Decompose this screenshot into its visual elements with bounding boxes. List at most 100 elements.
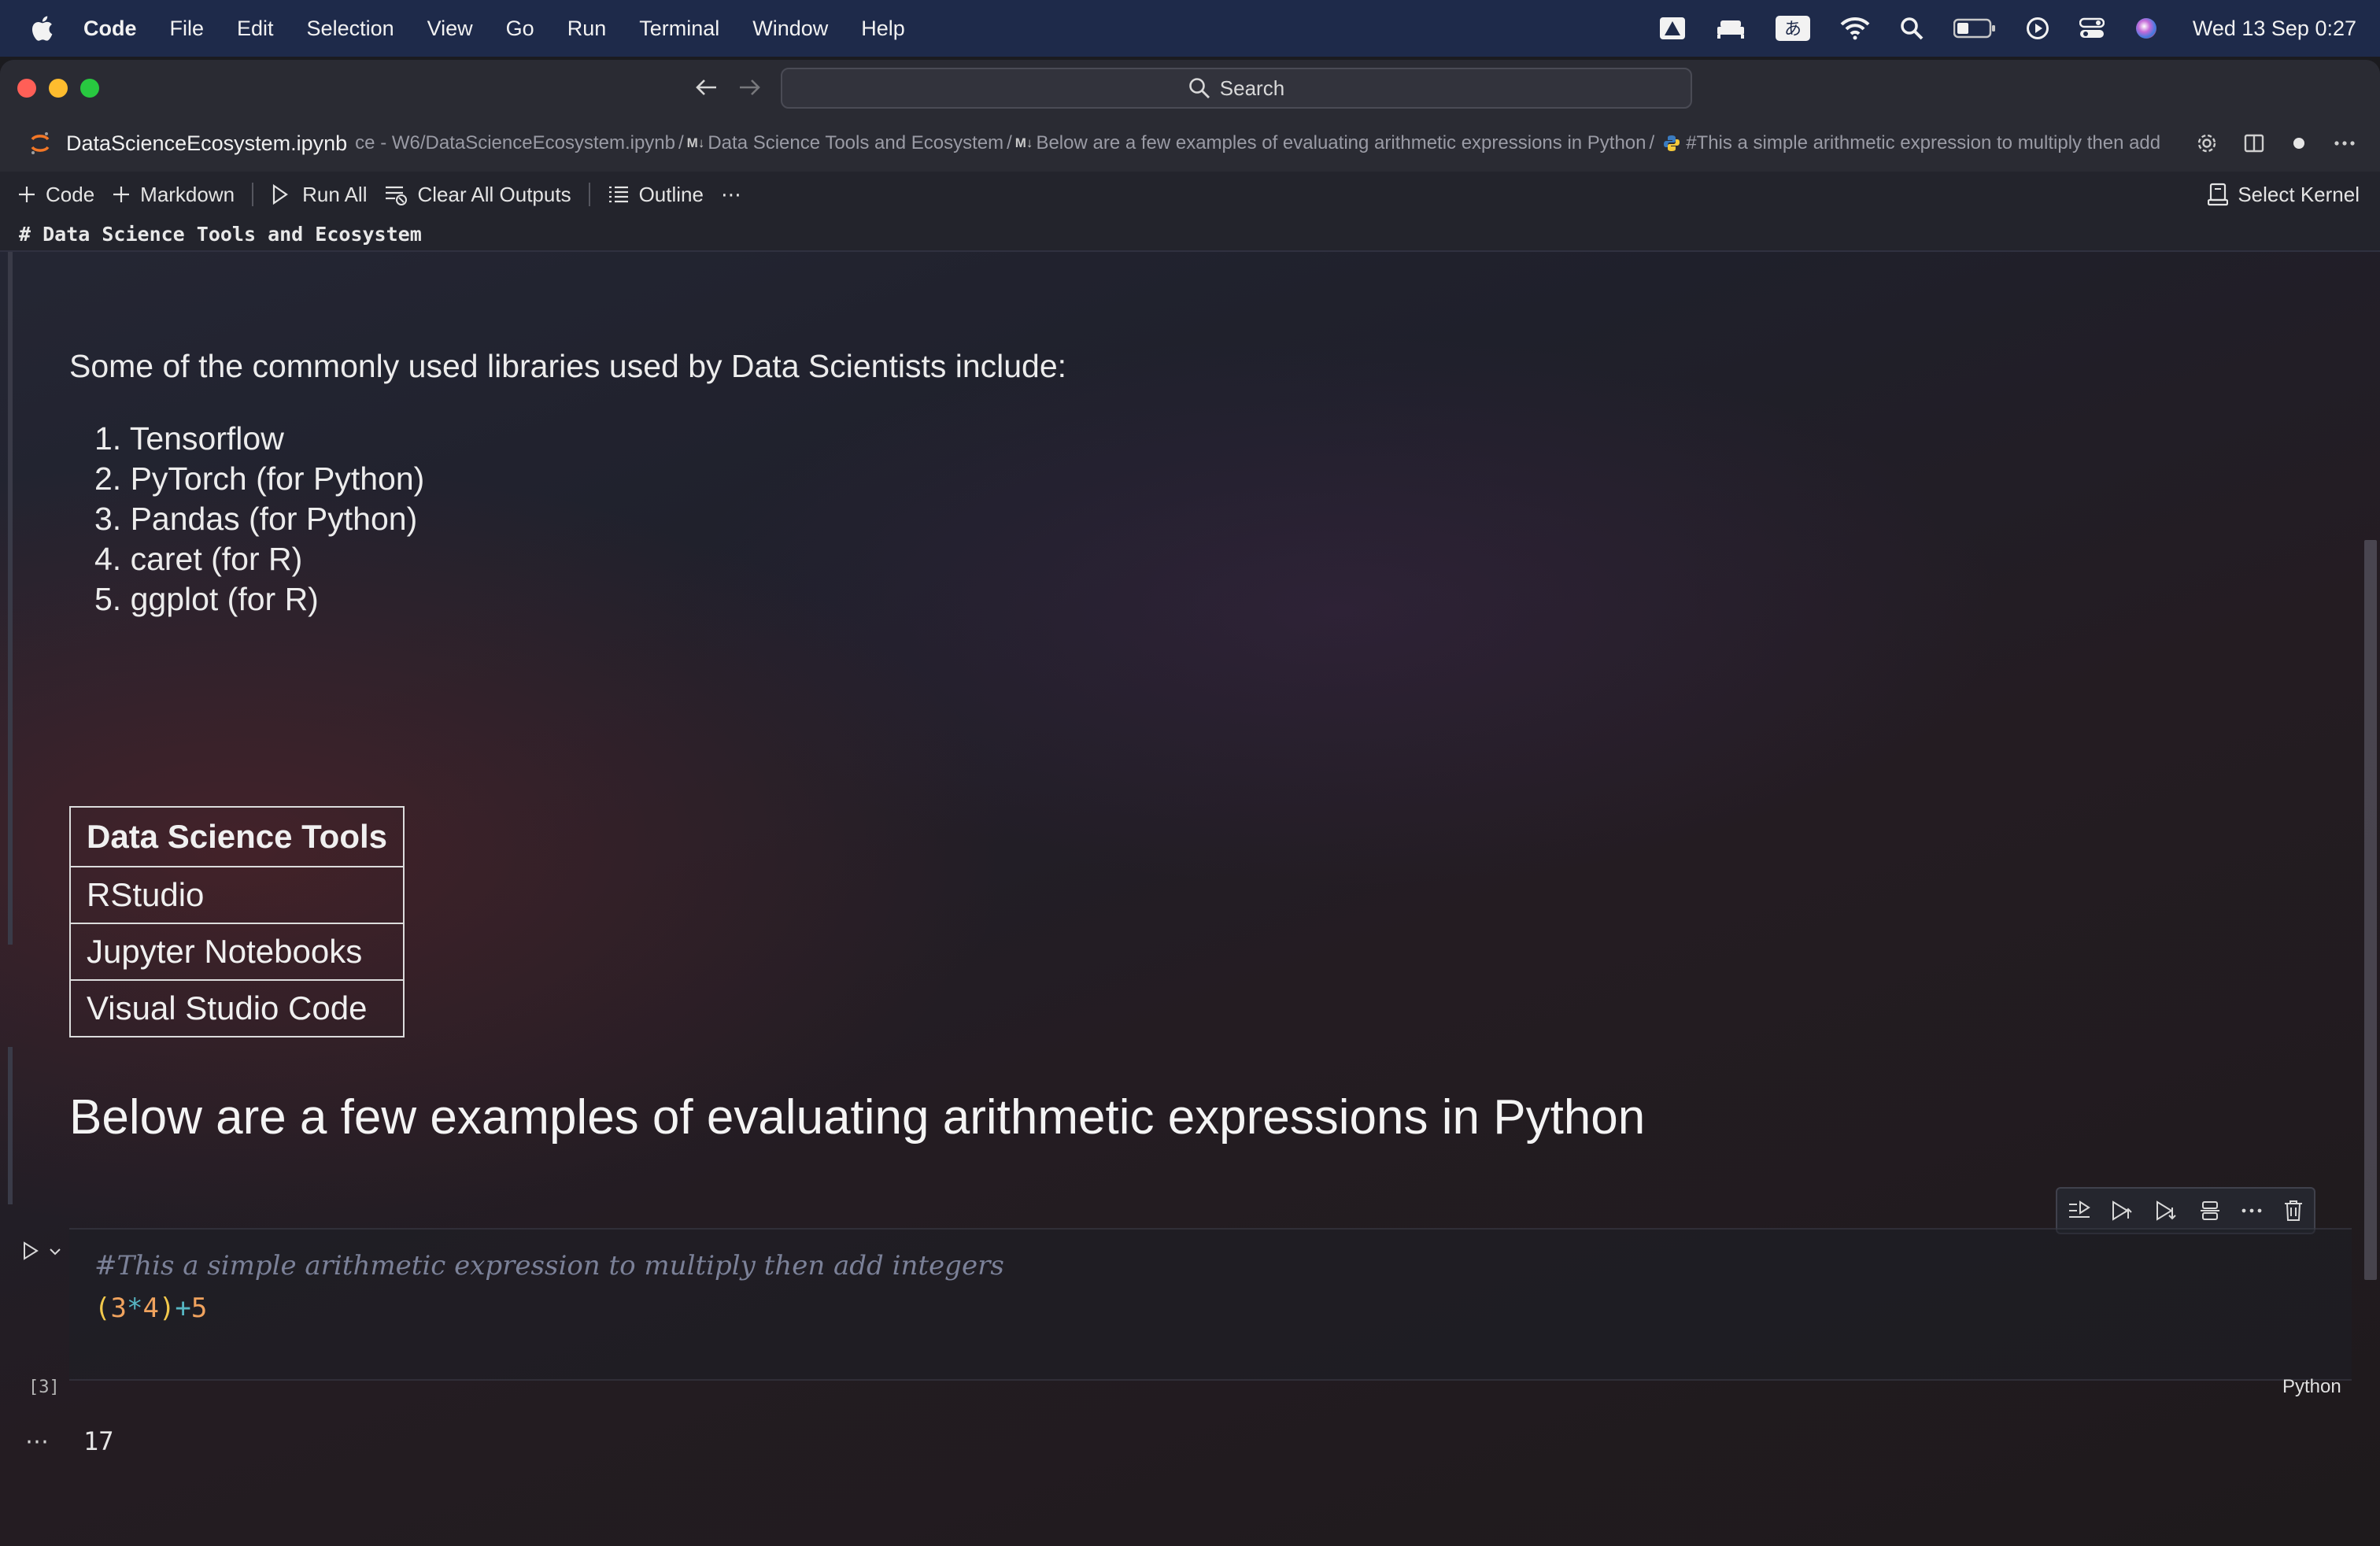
spotlight-search-icon[interactable] bbox=[1900, 17, 1924, 40]
code-cell[interactable]: #This a simple arithmetic expression to … bbox=[0, 1187, 2361, 1409]
unsaved-dot-icon[interactable] bbox=[2290, 135, 2308, 152]
apple-logo-icon[interactable] bbox=[30, 15, 54, 42]
select-kernel-button[interactable]: Select Kernel bbox=[2208, 172, 2360, 217]
run-all-label: Run All bbox=[302, 182, 368, 206]
siri-icon[interactable] bbox=[2134, 17, 2158, 40]
window-maximize-button[interactable] bbox=[80, 79, 99, 98]
outline-button[interactable]: Outline bbox=[608, 183, 704, 207]
bed-icon[interactable] bbox=[1716, 17, 1746, 39]
clear-all-outputs-button[interactable]: Clear All Outputs bbox=[384, 183, 571, 207]
notebook-editor[interactable]: Some of the commonly used libraries used… bbox=[0, 252, 2380, 1546]
menu-run[interactable]: Run bbox=[567, 17, 607, 41]
menu-help[interactable]: Help bbox=[861, 17, 905, 41]
run-below-icon[interactable] bbox=[2155, 1200, 2179, 1222]
execute-above-icon[interactable] bbox=[2068, 1200, 2091, 1222]
add-markdown-cell-button[interactable]: Markdown bbox=[112, 183, 235, 207]
add-markdown-label: Markdown bbox=[140, 182, 235, 206]
code-token: * bbox=[126, 1293, 143, 1324]
search-icon bbox=[1188, 78, 1210, 98]
code-token: 3 bbox=[110, 1293, 127, 1324]
cell-toolbar bbox=[2056, 1187, 2315, 1234]
go-back-icon[interactable] bbox=[693, 73, 721, 102]
run-all-button[interactable]: Run All bbox=[271, 183, 367, 207]
toolbar-divider bbox=[252, 183, 254, 206]
search-placeholder: Search bbox=[1219, 76, 1285, 100]
breadcrumb-separator: / bbox=[678, 132, 684, 153]
battery-icon[interactable] bbox=[1953, 18, 1996, 39]
markdown-icon: M↓ bbox=[1014, 135, 1033, 150]
input-method-label: あ bbox=[1784, 20, 1802, 39]
more-actions-icon[interactable] bbox=[2333, 135, 2356, 152]
sticky-cell-header[interactable]: # Data Science Tools and Ecosystem bbox=[0, 217, 2380, 252]
window-close-button[interactable] bbox=[17, 79, 36, 98]
list-item: 1. Tensorflow bbox=[94, 420, 284, 457]
menu-terminal[interactable]: Terminal bbox=[639, 17, 719, 41]
menubar-clock[interactable]: Wed 13 Sep 0:27 bbox=[2193, 17, 2356, 41]
breadcrumb-markdown-1[interactable]: Data Science Tools and Ecosystem bbox=[708, 132, 1003, 154]
list-item: 2. PyTorch (for Python) bbox=[94, 460, 425, 497]
cell-output: ⋯ 17 bbox=[0, 1420, 315, 1475]
markdown-icon: M↓ bbox=[686, 135, 705, 150]
plus-icon bbox=[113, 187, 130, 202]
table-cell: Visual Studio Code bbox=[68, 979, 405, 1037]
libraries-intro-text: Some of the commonly used libraries used… bbox=[69, 348, 1067, 384]
breadcrumb-path[interactable]: ce - W6/DataScienceEcosystem.ipynb bbox=[355, 132, 675, 154]
data-science-tools-table: Data Science Tools RStudio Jupyter Noteb… bbox=[68, 806, 405, 1037]
control-center-icon[interactable] bbox=[2079, 17, 2105, 39]
sticky-header-text: # Data Science Tools and Ecosystem bbox=[19, 222, 422, 246]
outline-label: Outline bbox=[638, 182, 704, 206]
menu-go[interactable]: Go bbox=[506, 17, 534, 41]
toolbar-more-label: ⋯ bbox=[720, 182, 741, 206]
cell-language-picker[interactable]: Python bbox=[2282, 1376, 2341, 1398]
outline-icon bbox=[608, 186, 628, 203]
breadcrumb: ce - W6/DataScienceEcosystem.ipynb / M↓ … bbox=[355, 132, 2380, 154]
run-cell-icon[interactable] bbox=[20, 1241, 41, 1261]
menu-edit[interactable]: Edit bbox=[237, 17, 274, 41]
chevron-down-icon[interactable] bbox=[47, 1244, 63, 1259]
code-token: + bbox=[175, 1293, 191, 1324]
table-cell: Jupyter Notebooks bbox=[68, 923, 405, 981]
wifi-icon[interactable] bbox=[1840, 17, 1870, 40]
now-playing-icon[interactable] bbox=[2026, 17, 2049, 40]
editor-tab[interactable]: DataScienceEcosystem.ipynb bbox=[30, 131, 347, 156]
cell-more-icon[interactable] bbox=[2241, 1203, 2263, 1219]
output-actions-button[interactable]: ⋯ bbox=[25, 1428, 49, 1455]
add-code-cell-button[interactable]: Code bbox=[17, 183, 94, 207]
menu-app-code[interactable]: Code bbox=[83, 17, 137, 41]
toolbar-divider bbox=[588, 183, 590, 206]
editor-tab-bar: DataScienceEcosystem.ipynb ce - W6/DataS… bbox=[0, 115, 2380, 172]
menu-file[interactable]: File bbox=[170, 17, 205, 41]
drive-icon[interactable] bbox=[1659, 17, 1686, 40]
gear-icon[interactable] bbox=[2196, 132, 2218, 154]
menu-bar: Code File Edit Selection View Go Run Ter… bbox=[0, 0, 2380, 57]
plus-icon bbox=[19, 187, 35, 202]
menu-window[interactable]: Window bbox=[752, 17, 828, 41]
arithmetic-heading: Below are a few examples of evaluating a… bbox=[69, 1090, 1646, 1145]
select-kernel-label: Select Kernel bbox=[2238, 182, 2360, 206]
table-header-row: Data Science Tools bbox=[68, 806, 405, 867]
code-expression: (3*4)+5 bbox=[94, 1293, 207, 1324]
menu-selection[interactable]: Selection bbox=[307, 17, 394, 41]
window-minimize-button[interactable] bbox=[49, 79, 68, 98]
input-method-icon[interactable]: あ bbox=[1775, 16, 1810, 41]
vertical-scrollbar[interactable] bbox=[2364, 540, 2377, 1280]
title-bar: Search bbox=[0, 60, 2380, 115]
code-editor[interactable]: #This a simple arithmetic expression to … bbox=[69, 1228, 2352, 1381]
editor-actions bbox=[2196, 115, 2356, 172]
trash-icon[interactable] bbox=[2283, 1200, 2304, 1222]
list-item: 4. caret (for R) bbox=[94, 541, 303, 577]
breadcrumb-code-cell[interactable]: #This a simple arithmetic expression to … bbox=[1686, 132, 2160, 154]
table-row: RStudio bbox=[68, 866, 405, 924]
table-row: Visual Studio Code bbox=[68, 979, 405, 1037]
split-editor-icon[interactable] bbox=[2243, 132, 2265, 154]
breadcrumb-markdown-2[interactable]: Below are a few examples of evaluating a… bbox=[1036, 132, 1646, 154]
notebook-toolbar: Code Markdown Run All Clear All Outputs … bbox=[0, 172, 2380, 217]
menu-view[interactable]: View bbox=[427, 17, 473, 41]
status-menu-area: あ Wed 13 Sep 0:27 bbox=[1659, 0, 2356, 57]
command-center-search[interactable]: Search bbox=[781, 68, 1692, 109]
code-token: ( bbox=[94, 1293, 111, 1324]
toolbar-more-button[interactable]: ⋯ bbox=[721, 183, 741, 207]
go-forward-icon[interactable] bbox=[735, 73, 763, 102]
run-above-icon[interactable] bbox=[2111, 1200, 2134, 1222]
split-cell-icon[interactable] bbox=[2199, 1200, 2221, 1222]
